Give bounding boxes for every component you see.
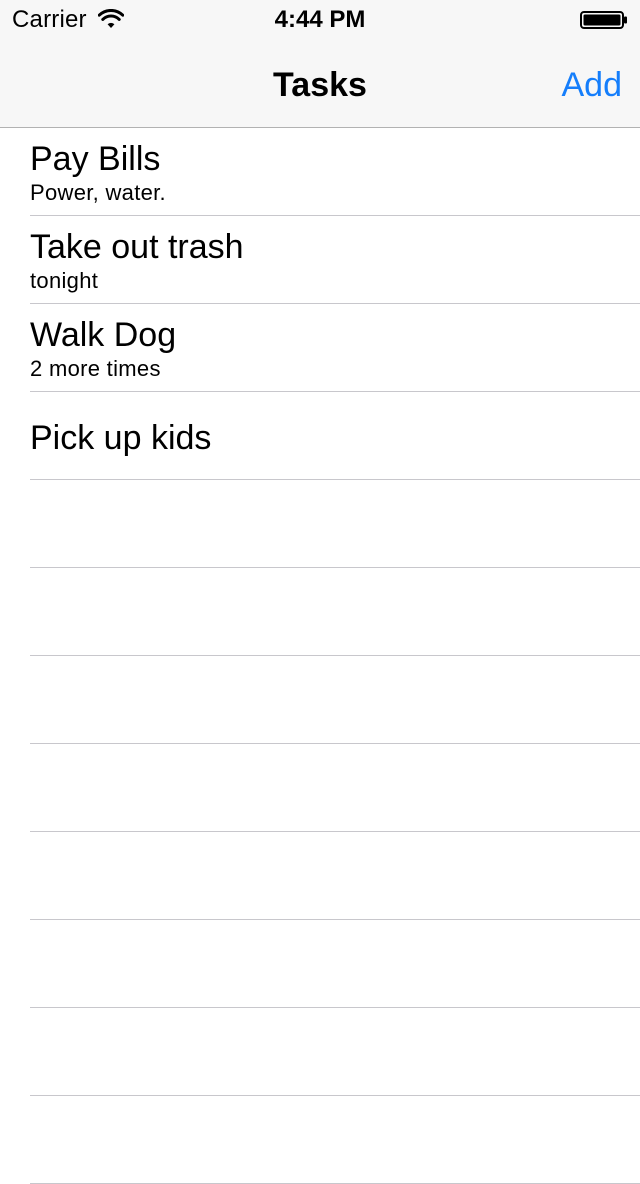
empty-row <box>0 656 640 744</box>
task-title: Pick up kids <box>30 419 212 457</box>
task-row[interactable]: Walk Dog 2 more times <box>0 304 640 392</box>
status-time: 4:44 PM <box>274 6 366 33</box>
status-bar: Carrier 4:44 PM <box>0 0 640 40</box>
task-row[interactable]: Take out trash tonight <box>0 216 640 304</box>
task-subtitle: tonight <box>30 268 99 293</box>
add-button[interactable]: Add <box>562 66 623 104</box>
task-row[interactable]: Pick up kids <box>0 392 640 480</box>
task-title: Pay Bills <box>30 140 161 178</box>
task-subtitle: 2 more times <box>30 356 161 381</box>
page-title: Tasks <box>273 66 367 104</box>
empty-row <box>0 568 640 656</box>
empty-row <box>0 744 640 832</box>
battery-full-icon <box>580 11 627 29</box>
task-subtitle: Power, water. <box>30 180 166 205</box>
navigation-bar: Carrier 4:44 PM Tasks Add <box>0 0 640 128</box>
empty-row <box>0 1096 640 1184</box>
task-title: Take out trash <box>30 228 244 266</box>
empty-row <box>0 1008 640 1096</box>
task-title: Walk Dog <box>30 316 177 354</box>
empty-row <box>0 480 640 568</box>
empty-row <box>0 920 640 1008</box>
task-list: Pay Bills Power, water. Take out trash t… <box>0 128 640 1184</box>
task-row[interactable]: Pay Bills Power, water. <box>0 128 640 216</box>
empty-row <box>0 832 640 920</box>
